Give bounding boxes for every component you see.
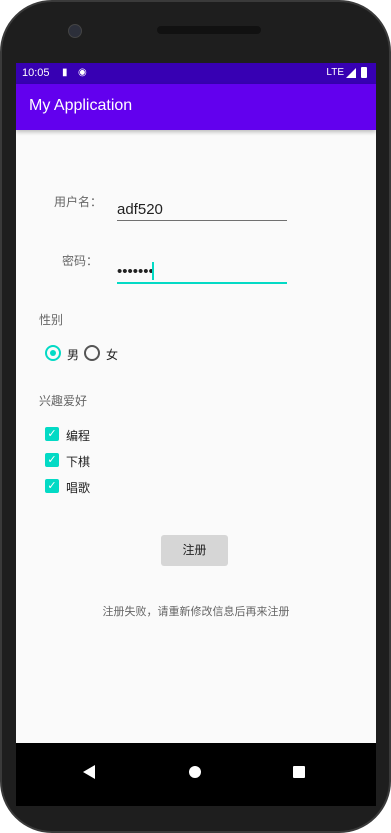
status-bar: 10:05 ▮ ◉ LTE [16,63,376,84]
phone-screen: 10:05 ▮ ◉ LTE My Application 用户名： adf520… [16,63,376,806]
front-camera [68,24,82,38]
checkbox-chess[interactable]: ✓ [45,453,59,467]
username-label: 用户名： [54,195,103,209]
battery-icon [361,67,367,78]
app-title: My Application [29,97,133,114]
checkbox-chess-label[interactable]: 下棋 [66,453,90,470]
username-field[interactable]: adf520 [117,196,287,221]
password-value: ••••••• [117,263,154,280]
password-label: 密码： [62,254,99,268]
navigation-bar [16,743,376,806]
status-time: 10:05 [22,67,50,79]
radio-male-label[interactable]: 男 [67,346,79,363]
signal-icon [346,68,356,78]
radio-female[interactable] [84,345,100,361]
radio-male[interactable] [45,345,61,361]
register-button[interactable]: 注册 [161,535,228,566]
username-value: adf520 [117,201,163,218]
home-icon[interactable] [189,766,201,778]
back-icon[interactable] [83,765,95,779]
checkbox-singing-label[interactable]: 唱歌 [66,479,90,496]
earpiece-speaker [157,26,261,34]
phone-bezel: 10:05 ▮ ◉ LTE My Application 用户名： adf520… [0,0,391,833]
radio-female-label[interactable]: 女 [106,346,118,363]
checkbox-singing[interactable]: ✓ [45,479,59,493]
gender-label: 性别 [39,313,64,327]
checkbox-programming-label[interactable]: 编程 [66,427,90,444]
text-cursor [152,262,154,280]
checkbox-programming[interactable]: ✓ [45,427,59,441]
network-type: LTE [326,67,344,78]
status-message: 注册失败，请重新修改信息后再来注册 [102,605,290,618]
hobby-label: 兴趣爱好 [39,394,88,408]
password-field[interactable]: ••••••• [117,258,287,284]
sd-card-icon: ▮ [62,67,68,78]
app-bar: My Application [16,84,376,130]
sync-icon: ◉ [78,67,87,78]
recents-icon[interactable] [293,766,305,778]
